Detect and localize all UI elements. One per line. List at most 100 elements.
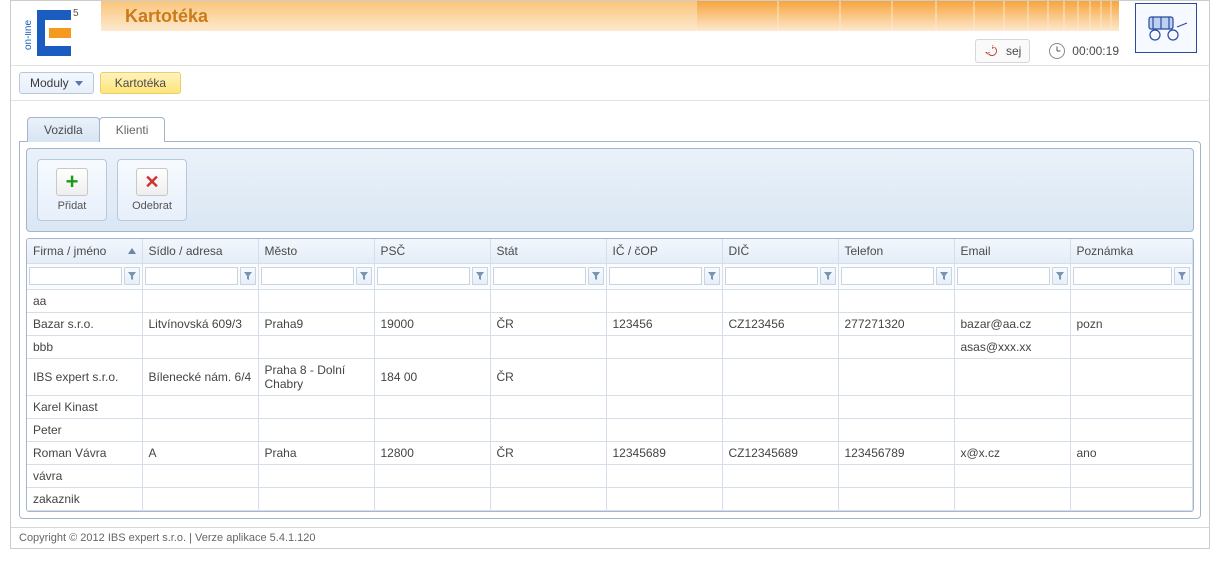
filter-input-dic[interactable] xyxy=(725,267,818,285)
table-row[interactable]: vávra xyxy=(27,464,1193,487)
cell-mesto xyxy=(258,395,374,418)
cell-stat: ČR xyxy=(490,441,606,464)
tab-strip: Vozidla Klienti xyxy=(27,117,1201,142)
cell-poznamka: ano xyxy=(1070,441,1193,464)
cell-mesto: Praha xyxy=(258,441,374,464)
col-header-mesto[interactable]: Město xyxy=(258,239,374,263)
tab-klienti[interactable]: Klienti xyxy=(99,117,166,142)
cell-ic xyxy=(606,418,722,441)
filter-input-firma[interactable] xyxy=(29,267,122,285)
cell-psc xyxy=(374,487,490,510)
cell-telefon xyxy=(838,487,954,510)
cell-ic xyxy=(606,358,722,395)
cell-mesto xyxy=(258,487,374,510)
col-header-dic[interactable]: DIČ xyxy=(722,239,838,263)
cell-sidlo xyxy=(142,464,258,487)
col-header-ic[interactable]: IČ / čOP xyxy=(606,239,722,263)
cell-stat xyxy=(490,335,606,358)
table-row[interactable]: Bazar s.r.o.Litvínovská 609/3Praha919000… xyxy=(27,312,1193,335)
filter-button-stat[interactable] xyxy=(588,267,604,285)
breadcrumb-kartoteka[interactable]: Kartotéka xyxy=(100,72,181,94)
filter-input-email[interactable] xyxy=(957,267,1050,285)
timer-value: 00:00:19 xyxy=(1072,44,1119,58)
chevron-down-icon xyxy=(75,81,83,86)
col-header-psc[interactable]: PSČ xyxy=(374,239,490,263)
cell-dic: CZ123456 xyxy=(722,312,838,335)
remove-button[interactable]: ✕ Odebrat xyxy=(117,159,187,221)
filter-button-mesto[interactable] xyxy=(356,267,372,285)
cell-email xyxy=(954,464,1070,487)
filter-button-ic[interactable] xyxy=(704,267,720,285)
cell-dic: CZ12345689 xyxy=(722,441,838,464)
tab-vozidla[interactable]: Vozidla xyxy=(27,117,100,142)
cell-sidlo: Bílenecké nám. 6/4 xyxy=(142,358,258,395)
session-status[interactable]: sej xyxy=(975,39,1030,63)
header-stripes xyxy=(601,1,1119,31)
filter-input-stat[interactable] xyxy=(493,267,586,285)
filter-button-poznamka[interactable] xyxy=(1174,267,1190,285)
table-row[interactable]: zakaznik xyxy=(27,487,1193,510)
filter-input-sidlo[interactable] xyxy=(145,267,238,285)
cell-mesto xyxy=(258,464,374,487)
svg-text:on-line: on-line xyxy=(25,20,34,50)
filter-input-ic[interactable] xyxy=(609,267,702,285)
cell-email xyxy=(954,418,1070,441)
table-row[interactable]: Karel Kinast xyxy=(27,395,1193,418)
cell-ic xyxy=(606,335,722,358)
col-header-telefon[interactable]: Telefon xyxy=(838,239,954,263)
cell-ic xyxy=(606,464,722,487)
grid-toolbar: + Přidat ✕ Odebrat xyxy=(26,148,1194,232)
svg-text:5: 5 xyxy=(73,8,79,19)
add-button[interactable]: + Přidat xyxy=(37,159,107,221)
cell-firma: Bazar s.r.o. xyxy=(27,312,142,335)
tab-panel-klienti: + Přidat ✕ Odebrat Firma / xyxy=(19,141,1201,519)
table-row[interactable]: Roman VávraAPraha12800ČR12345689CZ123456… xyxy=(27,441,1193,464)
cell-psc xyxy=(374,395,490,418)
cell-firma: Karel Kinast xyxy=(27,395,142,418)
table-row[interactable]: Peter xyxy=(27,418,1193,441)
session-label: sej xyxy=(1006,44,1021,58)
cell-email xyxy=(954,395,1070,418)
sort-asc-icon xyxy=(128,248,136,254)
filter-button-email[interactable] xyxy=(1052,267,1068,285)
cell-mesto xyxy=(258,418,374,441)
filter-button-telefon[interactable] xyxy=(936,267,952,285)
cell-dic xyxy=(722,395,838,418)
cell-sidlo xyxy=(142,335,258,358)
cell-sidlo xyxy=(142,395,258,418)
table-row[interactable]: IBS expert s.r.o.Bílenecké nám. 6/4Praha… xyxy=(27,358,1193,395)
table-row[interactable]: bbbasas@xxx.xx xyxy=(27,335,1193,358)
cell-poznamka: pozn xyxy=(1070,312,1193,335)
filter-button-firma[interactable] xyxy=(124,267,140,285)
filter-input-telefon[interactable] xyxy=(841,267,934,285)
filter-input-mesto[interactable] xyxy=(261,267,354,285)
moduly-menu-button[interactable]: Moduly xyxy=(19,72,94,94)
table-row[interactable]: aa xyxy=(27,289,1193,312)
cell-email xyxy=(954,487,1070,510)
cell-sidlo: A xyxy=(142,441,258,464)
filter-button-sidlo[interactable] xyxy=(240,267,256,285)
col-header-stat[interactable]: Stát xyxy=(490,239,606,263)
col-header-poznamka[interactable]: Poznámka xyxy=(1070,239,1193,263)
cell-psc: 19000 xyxy=(374,312,490,335)
cell-firma: IBS expert s.r.o. xyxy=(27,358,142,395)
filter-button-psc[interactable] xyxy=(472,267,488,285)
col-header-email[interactable]: Email xyxy=(954,239,1070,263)
timer-display: 00:00:19 xyxy=(1048,42,1119,60)
cell-stat xyxy=(490,487,606,510)
cell-stat xyxy=(490,464,606,487)
title-bar: Kartotéka xyxy=(101,1,1119,31)
cell-poznamka xyxy=(1070,289,1193,312)
filter-button-dic[interactable] xyxy=(820,267,836,285)
filter-input-psc[interactable] xyxy=(377,267,470,285)
col-header-sidlo[interactable]: Sídlo / adresa xyxy=(142,239,258,263)
col-header-firma[interactable]: Firma / jméno xyxy=(27,239,142,263)
cell-stat: ČR xyxy=(490,358,606,395)
cell-firma: bbb xyxy=(27,335,142,358)
cell-telefon xyxy=(838,289,954,312)
cell-mesto xyxy=(258,289,374,312)
menu-bar: Moduly Kartotéka xyxy=(11,65,1209,101)
cell-firma: vávra xyxy=(27,464,142,487)
cell-firma: Roman Vávra xyxy=(27,441,142,464)
filter-input-poznamka[interactable] xyxy=(1073,267,1173,285)
